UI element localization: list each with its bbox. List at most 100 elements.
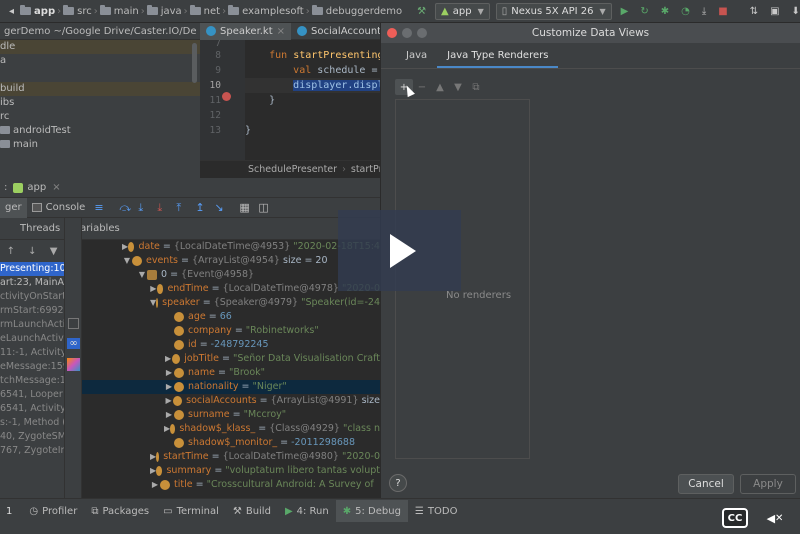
- frame-row[interactable]: 6541, Looper (a: [0, 388, 64, 402]
- project-scrollbar[interactable]: [192, 43, 197, 83]
- frame-row[interactable]: rmLaunchActiv: [0, 318, 64, 332]
- tree-item[interactable]: dle: [0, 40, 200, 54]
- attach-debugger-icon[interactable]: ⤓: [698, 3, 710, 19]
- project-root[interactable]: gerDemo ~/Google Drive/Caster.IO/Debug: [0, 23, 200, 40]
- stop-icon[interactable]: ■: [714, 3, 731, 19]
- variable-row[interactable]: id = -248792245: [82, 338, 380, 352]
- variable-row[interactable]: ▼ events = {ArrayList@4954} size = 20: [82, 254, 380, 268]
- variable-row[interactable]: ▶ socialAccounts = {ArrayList@4991} size: [82, 394, 380, 408]
- remove-renderer-icon[interactable]: −: [413, 79, 431, 95]
- tab-speaker[interactable]: Speaker.kt ×: [200, 22, 292, 40]
- frame-row[interactable]: 6541, ActivityT: [0, 402, 64, 416]
- breadcrumb-debuggerdemo[interactable]: debuggerdemo: [326, 6, 402, 17]
- variable-row[interactable]: ▼ 0 = {Event@4958}: [82, 268, 380, 282]
- variable-row[interactable]: ▶ shadow$_klass_ = {Class@4929} "class n: [82, 422, 380, 436]
- overhead-icon[interactable]: ∞: [67, 338, 80, 349]
- tab-debug[interactable]: ✱ 5: Debug: [335, 500, 408, 522]
- debug-icon[interactable]: ✱: [657, 3, 673, 19]
- close-icon[interactable]: ×: [52, 182, 60, 193]
- tab-run[interactable]: ▶ 4: Run: [278, 500, 336, 522]
- up-arrow-icon[interactable]: ↑: [7, 246, 15, 257]
- breadcrumb-examplesoft[interactable]: examplesoft: [242, 6, 304, 17]
- variable-row[interactable]: ▶ startTime = {LocalDateTime@4980} "2020-…: [82, 450, 380, 464]
- apply-changes-icon[interactable]: ↻: [636, 3, 652, 19]
- profile-icon[interactable]: ◔: [677, 3, 694, 19]
- tab-terminal[interactable]: ▭ Terminal: [156, 500, 226, 522]
- tree-item[interactable]: ibs: [0, 96, 200, 110]
- frame-row[interactable]: s:-1, Method (: [0, 416, 64, 430]
- frame-row[interactable]: rmStart:6992,: [0, 304, 64, 318]
- tree-item-androidtest[interactable]: androidTest: [0, 124, 200, 138]
- tree-item-main[interactable]: main: [0, 138, 200, 152]
- close-window-icon[interactable]: [387, 28, 397, 38]
- breadcrumb-main[interactable]: main: [114, 6, 139, 17]
- breakpoint-icon[interactable]: [222, 92, 231, 101]
- variable-row[interactable]: ▶ date = {LocalDateTime@4953} "2020-02-18…: [82, 240, 380, 254]
- move-down-icon[interactable]: ▼: [449, 79, 467, 95]
- back-icon[interactable]: ◂: [5, 3, 18, 19]
- sdk-manager-icon[interactable]: ⬇: [788, 3, 800, 19]
- step-into-icon[interactable]: ⤓: [138, 202, 149, 213]
- tab-profiler[interactable]: ◷ Profiler: [22, 500, 84, 522]
- run-icon[interactable]: ▶: [617, 3, 633, 19]
- frame-row[interactable]: 11:-1, Activity: [0, 346, 64, 360]
- sync-icon[interactable]: ⇅: [746, 3, 762, 19]
- menu-lines-icon[interactable]: ≡: [94, 202, 105, 213]
- video-play-button[interactable]: [338, 210, 461, 291]
- closed-captions-button[interactable]: CC: [722, 508, 748, 528]
- run-to-cursor-icon[interactable]: ↘: [214, 202, 225, 213]
- variable-row[interactable]: ▶ surname = "Mccroy": [82, 408, 380, 422]
- tab-console[interactable]: Console: [27, 198, 91, 218]
- build-hammer-icon[interactable]: ⚒: [413, 3, 430, 19]
- code-area[interactable]: fun startPresenting val schedule = displ…: [245, 40, 380, 160]
- tree-item[interactable]: [0, 68, 200, 82]
- variable-row[interactable]: ▶ summary = "voluptatum libero tantas vol…: [82, 464, 380, 478]
- restore-layout-icon[interactable]: [68, 318, 79, 329]
- filter-icon[interactable]: ▼: [50, 246, 58, 257]
- tab-build[interactable]: ⚒ Build: [226, 500, 278, 522]
- frame-row[interactable]: tchMessage:10: [0, 374, 64, 388]
- frame-row[interactable]: eMessage:159: [0, 360, 64, 374]
- step-out-icon[interactable]: ⤒: [176, 202, 187, 213]
- drop-frame-icon[interactable]: ↥: [195, 202, 206, 213]
- tree-item[interactable]: a: [0, 54, 200, 68]
- run-config-select[interactable]: ▲ app ▼: [435, 2, 490, 20]
- debug-session-label[interactable]: app: [27, 182, 46, 193]
- kotlin-icon[interactable]: [67, 358, 80, 371]
- frame-row[interactable]: ctivityOnStart:: [0, 290, 64, 304]
- frame-row[interactable]: Presenting:10,: [0, 262, 64, 276]
- tree-item-build[interactable]: build: [0, 82, 200, 96]
- variable-row[interactable]: ▶ jobTitle = "Señor Data Visualisation Cr…: [82, 352, 380, 366]
- frame-row[interactable]: art:23, MainAct: [0, 276, 64, 290]
- variable-row[interactable]: ▼ speaker = {Speaker@4979} "Speaker(id=-2…: [82, 296, 380, 310]
- zoom-window-icon[interactable]: [417, 28, 427, 38]
- close-icon[interactable]: ×: [277, 26, 285, 37]
- variable-row[interactable]: company = "Robinetworks": [82, 324, 380, 338]
- frame-row[interactable]: 767, ZygoteIni: [0, 444, 64, 458]
- frame-row[interactable]: eLaunchActivi: [0, 332, 64, 346]
- tab-debugger[interactable]: ger: [0, 197, 27, 218]
- step-over-icon[interactable]: ⤼: [119, 202, 131, 213]
- avd-manager-icon[interactable]: ▣: [766, 3, 783, 19]
- frame-row[interactable]: 40, ZygoteSM: [0, 430, 64, 444]
- force-step-into-icon[interactable]: ⤓: [157, 202, 168, 213]
- copy-renderer-icon[interactable]: ⧉: [467, 79, 485, 95]
- variable-row[interactable]: age = 66: [82, 310, 380, 324]
- variable-row[interactable]: ▶ nationality = "Niger": [82, 380, 380, 394]
- tab-java[interactable]: Java: [396, 44, 437, 68]
- mute-button[interactable]: ◀ ✕: [764, 508, 786, 528]
- tab-todo[interactable]: ☰ TODO: [408, 500, 465, 522]
- tree-item[interactable]: rc: [0, 110, 200, 124]
- minimize-window-icon[interactable]: [402, 28, 412, 38]
- cancel-button[interactable]: Cancel: [678, 474, 734, 494]
- variable-row[interactable]: ▶endTime = {LocalDateTime@4978} "2020-0: [82, 282, 380, 296]
- breadcrumb-java[interactable]: java: [161, 6, 182, 17]
- variable-row[interactable]: ▶ title = "Crosscultural Android: A Surve…: [82, 478, 380, 492]
- editor-crumb-class[interactable]: SchedulePresenter: [248, 164, 337, 175]
- help-button[interactable]: ?: [389, 474, 407, 492]
- tab-packages[interactable]: ⧉ Packages: [84, 500, 156, 522]
- apply-button[interactable]: Apply: [740, 474, 796, 494]
- evaluate-expression-icon[interactable]: ▦: [239, 202, 250, 213]
- variable-row[interactable]: shadow$_monitor_ = -2011298688: [82, 436, 380, 450]
- breadcrumb-app[interactable]: app: [34, 6, 55, 17]
